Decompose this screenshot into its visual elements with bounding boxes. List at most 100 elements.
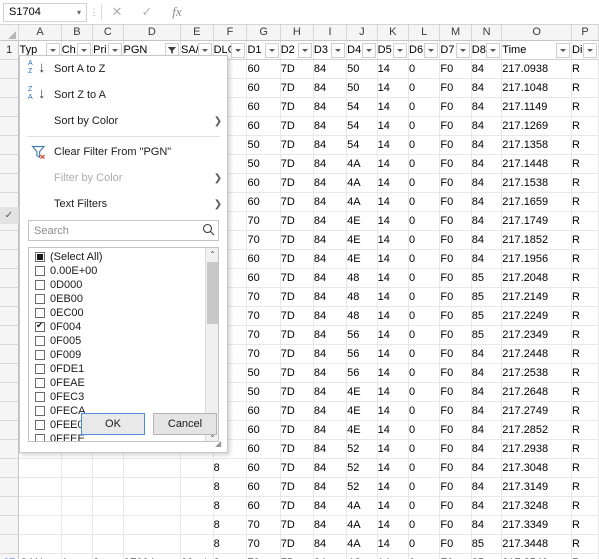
table-cell[interactable]: 84 [313,59,346,78]
table-cell[interactable]: 54 [347,135,377,154]
table-cell[interactable]: R [572,477,599,496]
table-cell[interactable]: R [572,439,599,458]
row-header[interactable] [0,325,19,344]
row-header[interactable] [0,59,19,78]
table-cell[interactable]: R [572,116,599,135]
table-cell[interactable]: 217.2249 [502,306,572,325]
filter-dropdown-button[interactable] [231,43,245,58]
scroll-up-icon[interactable]: ⌃ [206,248,219,261]
table-cell[interactable]: F0 [440,78,471,97]
table-cell[interactable]: 84 [313,97,346,116]
table-cell[interactable]: 217.1149 [502,97,572,116]
table-cell[interactable]: 14 [377,78,408,97]
row-header[interactable] [0,287,19,306]
table-cell[interactable]: 217.2648 [502,382,572,401]
table-cell[interactable]: 14 [377,477,408,496]
table-cell[interactable]: 84 [313,458,346,477]
table-cell[interactable] [61,515,92,534]
table-cell[interactable]: 0 [409,420,440,439]
table-cell[interactable]: 84 [471,420,501,439]
table-cell[interactable]: R [572,401,599,420]
table-cell[interactable]: 7D [280,477,313,496]
filter-dropdown-button[interactable] [424,43,438,58]
table-header-cell-d3[interactable]: D3 [313,40,346,59]
table-cell[interactable] [181,515,214,534]
row-header[interactable] [0,230,19,249]
table-cell[interactable] [93,477,123,496]
table-cell[interactable]: 14 [377,116,408,135]
table-cell[interactable]: 7D [280,97,313,116]
row-header[interactable] [0,268,19,287]
name-box[interactable]: S1704 ▾ [3,3,87,22]
table-cell[interactable]: 7D [280,363,313,382]
table-cell[interactable]: 70 [247,287,280,306]
table-cell[interactable]: R [572,211,599,230]
table-cell[interactable]: F0 [440,173,471,192]
table-cell[interactable]: 84 [313,192,346,211]
table-cell[interactable]: 7D [280,249,313,268]
table-cell[interactable]: 4E [347,249,377,268]
row-header[interactable] [0,382,19,401]
table-cell[interactable]: 84 [313,401,346,420]
table-cell[interactable]: 48 [347,306,377,325]
table-cell[interactable]: 7D [280,287,313,306]
confirm-entry-icon[interactable]: ✓ [132,2,162,23]
table-cell[interactable]: 84 [313,420,346,439]
formula-input[interactable] [192,2,597,23]
table-cell[interactable]: F0 [440,401,471,420]
table-cell[interactable]: 14 [377,458,408,477]
table-cell[interactable]: 0 [409,344,440,363]
row-header[interactable] [0,496,19,515]
table-cell[interactable]: 70 [247,230,280,249]
ok-button[interactable]: OK [81,413,145,435]
table-cell[interactable]: 4A [347,192,377,211]
table-cell[interactable]: F0 [440,59,471,78]
table-cell[interactable]: 217.1048 [502,78,572,97]
table-cell[interactable]: 0 [409,135,440,154]
table-cell[interactable]: 7D [280,135,313,154]
table-cell[interactable]: 70 [247,344,280,363]
table-cell[interactable] [93,458,123,477]
table-cell[interactable]: 52 [347,477,377,496]
table-cell[interactable]: 7D [280,268,313,287]
table-cell[interactable]: 85 [471,287,501,306]
table-cell[interactable]: F0 [440,515,471,534]
table-cell[interactable]: 0 [409,268,440,287]
checkbox-icon[interactable] [35,322,45,332]
table-cell[interactable]: 84 [313,363,346,382]
checkbox-icon[interactable] [35,364,45,374]
table-cell[interactable]: 84 [313,515,346,534]
table-cell[interactable]: 7D [280,230,313,249]
table-cell[interactable]: 14 [377,553,408,559]
table-cell[interactable]: 7D [280,116,313,135]
table-cell[interactable]: F0 [440,477,471,496]
table-cell[interactable]: 60 [247,192,280,211]
table-cell[interactable]: F0 [440,287,471,306]
table-cell[interactable]: 0 [409,287,440,306]
checkbox-icon[interactable] [35,280,45,290]
table-cell[interactable]: F0 [440,553,471,559]
table-cell[interactable]: 48 [347,268,377,287]
row-header-1[interactable]: 1 [0,40,19,59]
checkbox-icon[interactable] [35,308,45,318]
table-cell[interactable]: 14 [377,325,408,344]
filter-search-box[interactable] [28,220,219,241]
table-cell[interactable]: 70 [247,534,280,553]
table-cell[interactable]: 0 [409,116,440,135]
table-cell[interactable]: F0 [440,458,471,477]
filter-list-item[interactable]: 0EB00 [29,292,205,306]
table-cell[interactable]: 0 [409,306,440,325]
table-cell[interactable]: 1 [61,553,92,559]
table-cell[interactable]: 85 [471,553,501,559]
table-cell[interactable]: 217.3549 [502,553,572,559]
table-cell[interactable]: 0 [409,363,440,382]
insert-function-icon[interactable]: fx [162,2,192,23]
table-cell[interactable]: 14 [377,382,408,401]
table-row[interactable]: 8607D8452140F084217.3048R [0,458,599,477]
chevron-down-icon[interactable]: ▾ [72,3,86,22]
table-cell[interactable] [123,458,181,477]
checkbox-icon[interactable] [35,378,45,388]
table-cell[interactable]: 7D [280,534,313,553]
table-cell[interactable]: 7D [280,439,313,458]
table-cell[interactable]: F0 [440,230,471,249]
